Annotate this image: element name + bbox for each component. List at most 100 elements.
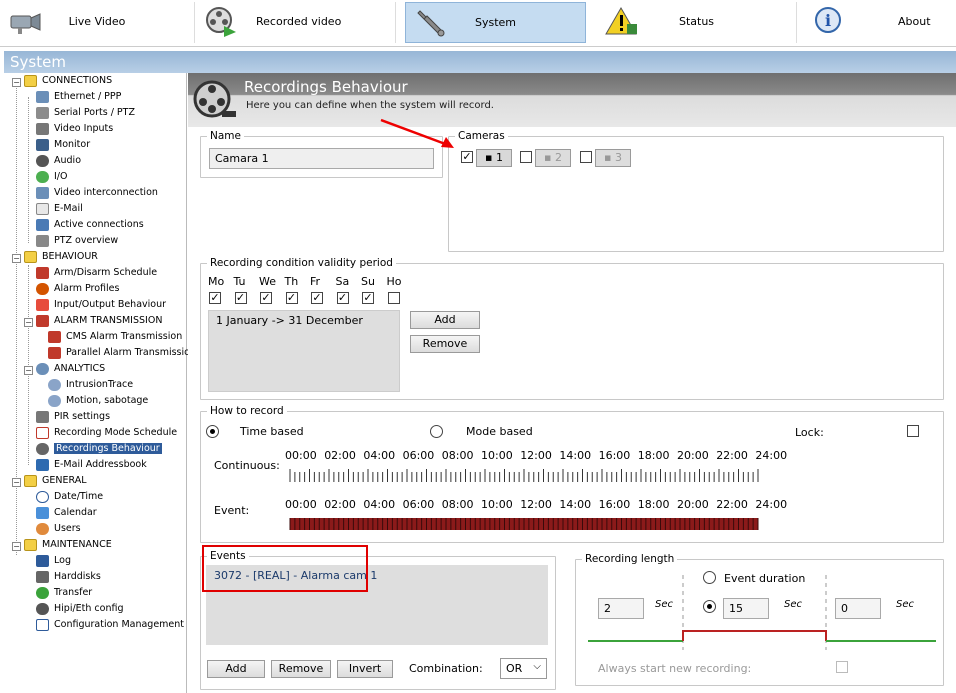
- tree-item-transfer[interactable]: Transfer: [36, 585, 92, 601]
- tree-item-serial-ports[interactable]: Serial Ports / PTZ: [36, 105, 135, 121]
- tab-status[interactable]: Status: [597, 2, 797, 43]
- tree-group-general[interactable]: GENERAL: [24, 473, 86, 489]
- camera-2-checkbox[interactable]: [520, 151, 532, 163]
- warning-icon: [36, 298, 49, 311]
- analytics-icon: [48, 378, 61, 391]
- event-timeline[interactable]: [288, 516, 763, 532]
- tree-item-alarm-profiles[interactable]: Alarm Profiles: [36, 281, 119, 297]
- combination-select[interactable]: OR ⌵: [500, 658, 547, 679]
- tree-item-configuration-management[interactable]: Configuration Management: [36, 617, 184, 633]
- annotation-arrow: [380, 118, 454, 148]
- camera-1-button[interactable]: ▪ 1: [476, 149, 512, 167]
- tree-item-io[interactable]: I/O: [36, 169, 67, 185]
- invert-event-button[interactable]: Invert: [337, 660, 393, 678]
- tree-item-io-behaviour[interactable]: Input/Output Behaviour: [36, 297, 166, 313]
- collapse-toggle[interactable]: −: [12, 78, 21, 87]
- film-reel-icon: [193, 80, 236, 118]
- tree-group-analytics[interactable]: ANALYTICS: [36, 361, 105, 377]
- camera-2-button[interactable]: ▪ 2: [535, 149, 571, 167]
- tab-live-video-label: Live Video: [68, 15, 126, 28]
- tree-item-intrusiontrace[interactable]: IntrusionTrace: [48, 377, 133, 393]
- lock-label: Lock:: [795, 426, 824, 439]
- hour-label: 20:00: [677, 498, 709, 511]
- camera-3-button[interactable]: ▪ 3: [595, 149, 631, 167]
- email-icon: [36, 202, 49, 215]
- day-checkbox[interactable]: ✓: [209, 292, 221, 304]
- tab-about-label: About: [898, 15, 931, 28]
- tree-item-parallel-alarm[interactable]: Parallel Alarm Transmission: [48, 345, 196, 361]
- tree-item-harddisks[interactable]: Harddisks: [36, 569, 101, 585]
- collapse-toggle[interactable]: −: [12, 542, 21, 551]
- tab-recorded-video[interactable]: Recorded video: [196, 2, 396, 43]
- mode-based-radio[interactable]: [430, 425, 443, 438]
- tree-item-email-addressbook[interactable]: E-Mail Addressbook: [36, 457, 147, 473]
- tree-group-maintenance[interactable]: MAINTENANCE: [24, 537, 112, 553]
- day-label: Mo: [208, 275, 225, 288]
- validity-legend: Recording condition validity period: [210, 257, 393, 269]
- combination-label: Combination:: [409, 662, 483, 675]
- tree-item-audio[interactable]: Audio: [36, 153, 81, 169]
- hour-label: 06:00: [402, 498, 435, 511]
- tree-item-video-interconnection[interactable]: Video interconnection: [36, 185, 158, 201]
- tree-item-active-connections[interactable]: Active connections: [36, 217, 144, 233]
- day-checkbox[interactable]: ✓: [285, 292, 298, 304]
- day-checkbox[interactable]: ✓: [336, 292, 349, 304]
- period-list[interactable]: 1 January -> 31 December: [208, 310, 400, 392]
- tree-item-hipi-eth[interactable]: Hipi/Eth config: [36, 601, 124, 617]
- tab-live-video[interactable]: Live Video: [0, 2, 195, 43]
- collapse-toggle[interactable]: −: [12, 478, 21, 487]
- tree-group-behaviour[interactable]: BEHAVIOUR: [24, 249, 98, 265]
- tree-group-alarm-transmission[interactable]: ALARM TRANSMISSION: [36, 313, 162, 329]
- continuous-timeline[interactable]: [288, 468, 763, 484]
- hour-label: 00:00: [285, 449, 317, 462]
- collapse-toggle[interactable]: −: [24, 366, 33, 375]
- remove-event-button[interactable]: Remove: [271, 660, 331, 678]
- day-checkbox[interactable]: ✓: [362, 292, 374, 304]
- camera-icon: ▪: [485, 151, 493, 164]
- add-event-button[interactable]: Add: [207, 660, 265, 678]
- tree-item-video-inputs[interactable]: Video Inputs: [36, 121, 113, 137]
- tree-item-recording-mode-schedule[interactable]: Recording Mode Schedule: [36, 425, 177, 441]
- add-period-button[interactable]: Add: [410, 311, 480, 329]
- network-icon: [36, 90, 49, 103]
- tree-item-pir-settings[interactable]: PIR settings: [36, 409, 110, 425]
- time-based-radio[interactable]: [206, 425, 219, 438]
- tree-item-users[interactable]: Users: [36, 521, 81, 537]
- tab-recorded-video-label: Recorded video: [256, 15, 342, 28]
- svg-text:i: i: [825, 11, 831, 30]
- day-checkbox[interactable]: ✓: [260, 292, 272, 304]
- tree-item-email[interactable]: E-Mail: [36, 201, 83, 217]
- day-checkbox[interactable]: ✓: [234, 292, 247, 304]
- tree-item-monitor[interactable]: Monitor: [36, 137, 90, 153]
- ptz-icon: [36, 234, 49, 247]
- day-checkbox[interactable]: ✓: [311, 292, 323, 304]
- collapse-toggle[interactable]: −: [24, 318, 33, 327]
- lock-checkbox[interactable]: [907, 425, 919, 437]
- log-icon: [36, 554, 49, 567]
- headphones-icon: [36, 154, 49, 167]
- tree-item-motion-sabotage[interactable]: Motion, sabotage: [48, 393, 148, 409]
- camera-3-checkbox[interactable]: [580, 151, 592, 163]
- camera-1-label: 1: [495, 151, 503, 164]
- tab-system[interactable]: System: [405, 2, 586, 43]
- io-icon: [36, 170, 49, 183]
- tab-about[interactable]: i About: [798, 2, 956, 43]
- tree-item-ethernet[interactable]: Ethernet / PPP: [36, 89, 121, 105]
- tree-item-log[interactable]: Log: [36, 553, 71, 569]
- tree-item-calendar[interactable]: Calendar: [36, 505, 97, 521]
- day-checkbox[interactable]: [387, 292, 400, 304]
- tree-item-date-time[interactable]: Date/Time: [36, 489, 103, 505]
- remove-period-button[interactable]: Remove: [410, 335, 480, 353]
- day-label: We: [259, 275, 276, 288]
- tree-group-connections[interactable]: CONNECTIONS: [24, 73, 112, 89]
- camera-1-checkbox[interactable]: ✓: [461, 151, 473, 163]
- tree-item-cms-alarm[interactable]: CMS Alarm Transmission: [48, 329, 182, 345]
- tree-item-ptz-overview[interactable]: PTZ overview: [36, 233, 118, 249]
- tree-item-recordings-behaviour[interactable]: Recordings Behaviour: [36, 441, 162, 457]
- always-new-checkbox[interactable]: [836, 661, 848, 673]
- period-item[interactable]: 1 January -> 31 December: [216, 314, 363, 327]
- hour-label: 18:00: [637, 498, 670, 511]
- collapse-toggle[interactable]: −: [12, 254, 21, 263]
- tree-item-arm-disarm[interactable]: Arm/Disarm Schedule: [36, 265, 157, 281]
- page-subtitle: Here you can define when the system will…: [246, 100, 494, 111]
